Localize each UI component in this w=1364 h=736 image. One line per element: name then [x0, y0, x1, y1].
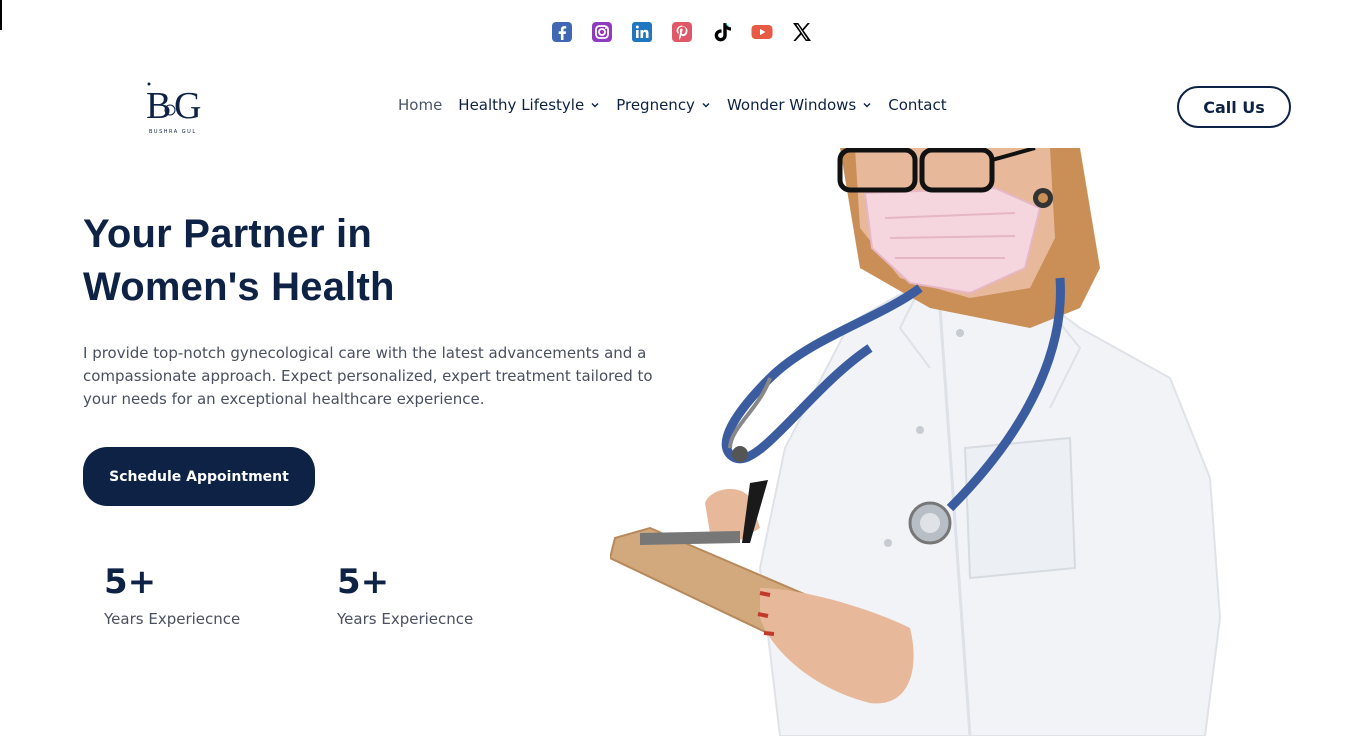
- facebook-icon[interactable]: [550, 20, 574, 44]
- linkedin-icon[interactable]: [630, 20, 654, 44]
- nav-healthy-lifestyle[interactable]: Healthy Lifestyle: [458, 96, 600, 114]
- stat-value: 5+: [337, 562, 390, 602]
- instagram-icon[interactable]: [590, 20, 614, 44]
- stat-label: Years Experiecnce: [104, 610, 241, 628]
- nav-contact[interactable]: Contact: [888, 96, 946, 114]
- svg-text:BUSHRA GUL: BUSHRA GUL: [149, 129, 197, 135]
- main-nav: Home Healthy Lifestyle Pregnency Wonder …: [398, 96, 963, 114]
- stat-value: 5+: [104, 562, 157, 602]
- social-links: [0, 20, 1364, 44]
- hero-title: Your Partner in Women's Health: [83, 208, 603, 314]
- hero-title-line1: Your Partner in: [83, 212, 372, 256]
- nav-label: Wonder Windows: [726, 96, 857, 114]
- chevron-down-icon: [591, 103, 599, 108]
- chevron-down-icon: [863, 103, 871, 108]
- stat-item: 5+ Years Experiecnce: [104, 560, 240, 628]
- nav-home[interactable]: Home: [398, 96, 442, 114]
- stat-label: Years Experiecnce: [337, 610, 474, 628]
- x-icon[interactable]: [790, 20, 814, 44]
- hero-title-line2: Women's Health: [83, 265, 395, 309]
- svg-text:G: G: [174, 85, 201, 127]
- nav-wonder-windows[interactable]: Wonder Windows: [727, 96, 872, 114]
- site-logo[interactable]: B G BUSHRA GUL: [140, 78, 220, 138]
- hero-description: I provide top-notch gynecological care w…: [83, 344, 653, 408]
- nav-label: Healthy Lifestyle: [458, 96, 585, 114]
- youtube-icon[interactable]: [750, 20, 774, 44]
- tiktok-icon[interactable]: [710, 20, 734, 44]
- call-us-button[interactable]: Call Us: [1177, 86, 1291, 128]
- nav-label: Pregnency: [616, 96, 695, 114]
- doctor-hero-image: [610, 148, 1222, 736]
- nav-label: Contact: [888, 96, 947, 114]
- nav-pregnency[interactable]: Pregnency: [616, 96, 711, 114]
- site-header: B G BUSHRA GUL Home Healthy Lifestyle Pr…: [0, 78, 1364, 138]
- schedule-appointment-button[interactable]: Schedule Appointment: [83, 447, 315, 506]
- chevron-down-icon: [702, 103, 710, 108]
- stat-item: 5+ Years Experiecnce: [337, 560, 473, 628]
- pinterest-icon[interactable]: [670, 20, 694, 44]
- nav-label: Home: [398, 96, 443, 114]
